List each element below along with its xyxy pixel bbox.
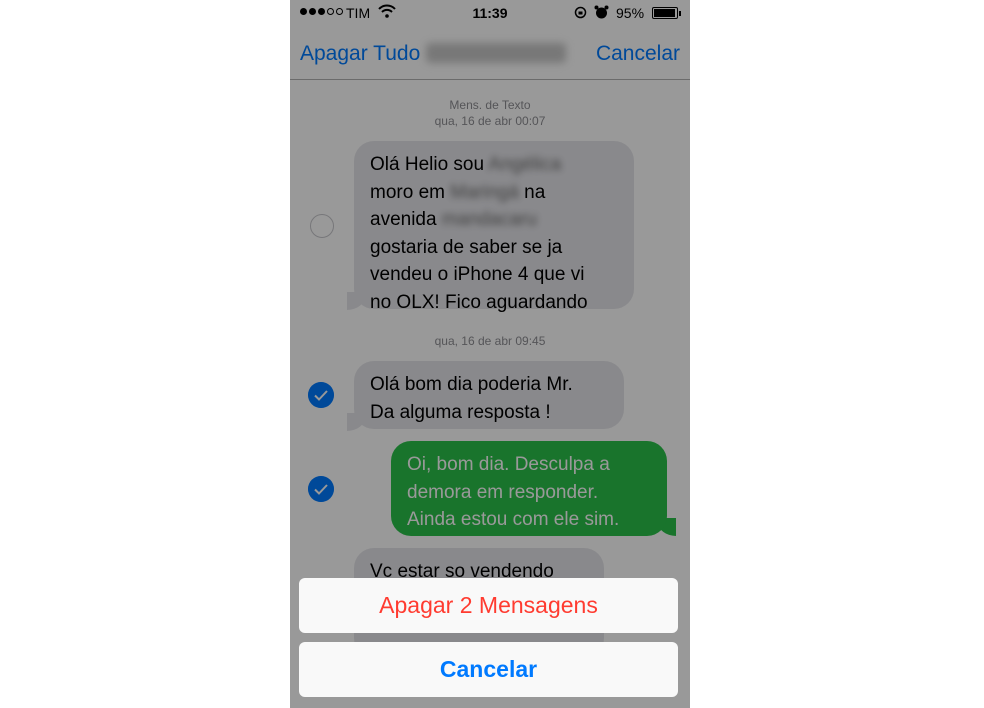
cancel-sheet-button[interactable]: Cancelar <box>299 642 678 697</box>
phone-screen: TIM 11:39 95% Apagar Tudo Cancelar Mens.… <box>290 0 690 708</box>
delete-messages-button[interactable]: Apagar 2 Mensagens <box>299 578 678 633</box>
